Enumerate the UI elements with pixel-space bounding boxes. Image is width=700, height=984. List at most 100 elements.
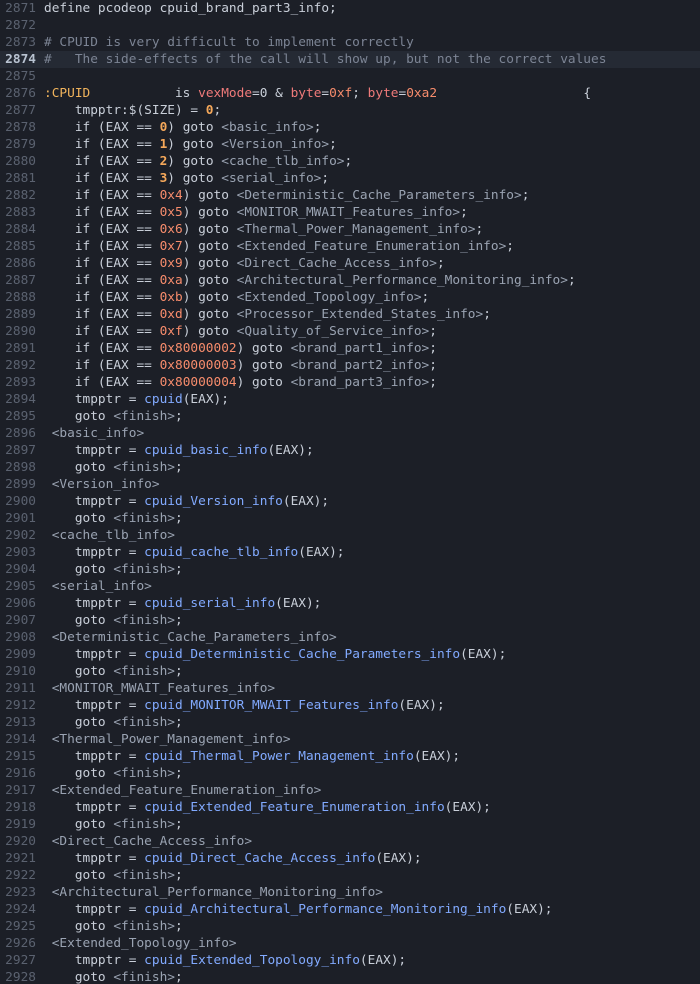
code-token: (EAX);: [267, 443, 314, 458]
code-line[interactable]: 2907 goto <finish>;: [0, 612, 700, 629]
code-token: (EAX);: [413, 749, 461, 764]
line-number: 2879: [5, 137, 36, 152]
code-token: if (EAX ==: [44, 256, 160, 271]
code-line[interactable]: 2890 if (EAX == 0xf) goto <Quality_of_Se…: [0, 323, 700, 340]
line-number: 2900: [5, 494, 36, 509]
line-content: if (EAX == 0x5) goto <MONITOR_MWAIT_Feat…: [44, 204, 468, 221]
code-line[interactable]: 2906 tmpptr = cpuid_serial_info(EAX);: [0, 595, 700, 612]
code-line[interactable]: 2886 if (EAX == 0x9) goto <Direct_Cache_…: [0, 255, 700, 272]
code-token: cpuid_Deterministic_Cache_Parameters_inf…: [144, 647, 461, 662]
code-token: tmpptr =: [44, 392, 145, 407]
code-line[interactable]: 2885 if (EAX == 0x7) goto <Extended_Feat…: [0, 238, 700, 255]
code-line[interactable]: 2909 tmpptr = cpuid_Deterministic_Cache_…: [0, 646, 700, 663]
code-line[interactable]: 2898 goto <finish>;: [0, 459, 700, 476]
code-line[interactable]: 2872: [0, 17, 700, 34]
code-line[interactable]: 2894 tmpptr = cpuid(EAX);: [0, 391, 700, 408]
code-token: ;: [429, 358, 437, 373]
code-token: ) goto: [167, 154, 222, 169]
code-token: ) goto: [182, 222, 237, 237]
code-line[interactable]: 2879 if (EAX == 1) goto <Version_info>;: [0, 136, 700, 153]
code-token: (EAX);: [398, 698, 445, 713]
line-content: if (EAX == 0xa) goto <Architectural_Perf…: [44, 272, 576, 289]
code-line[interactable]: 2928 goto <finish>;: [0, 969, 700, 984]
code-line[interactable]: 2908 <Deterministic_Cache_Parameters_inf…: [0, 629, 700, 646]
code-line[interactable]: 2888 if (EAX == 0xb) goto <Extended_Topo…: [0, 289, 700, 306]
code-line[interactable]: 2873 # CPUID is very difficult to impleme…: [0, 34, 700, 51]
code-line[interactable]: 2900 tmpptr = cpuid_Version_info(EAX);: [0, 493, 700, 510]
code-line[interactable]: 2882 if (EAX == 0x4) goto <Deterministic…: [0, 187, 700, 204]
code-line[interactable]: 2920 <Direct_Cache_Access_info>: [0, 833, 700, 850]
code-token: tmpptr =: [44, 647, 145, 662]
code-token: ;: [174, 868, 183, 883]
code-line[interactable]: 2903 tmpptr = cpuid_cache_tlb_info(EAX);: [0, 544, 700, 561]
line-number: 2885: [5, 239, 36, 254]
code-line[interactable]: 2923 <Architectural_Performance_Monitori…: [0, 884, 700, 901]
line-number: 2907: [5, 613, 36, 628]
code-line[interactable]: 2881 if (EAX == 3) goto <serial_info>;: [0, 170, 700, 187]
code-line[interactable]: 2880 if (EAX == 2) goto <cache_tlb_info>…: [0, 153, 700, 170]
code-token: if (EAX ==: [44, 154, 160, 169]
code-token: is: [90, 86, 199, 101]
code-token: =: [321, 86, 330, 101]
line-number: 2902: [5, 528, 36, 543]
code-line[interactable]: 2884 if (EAX == 0x6) goto <Thermal_Power…: [0, 221, 700, 238]
code-token: cpuid_Extended_Feature_Enumeration_info: [144, 800, 445, 815]
line-content: # The side-effects of the call will show…: [44, 51, 606, 68]
code-line[interactable]: 2871 define pcodeop cpuid_brand_part3_inf…: [0, 0, 700, 17]
current-code-line[interactable]: 2874 # The side-effects of the call will …: [0, 51, 700, 68]
code-line[interactable]: 2914 <Thermal_Power_Management_info>: [0, 731, 700, 748]
code-line[interactable]: 2875: [0, 68, 700, 85]
code-line[interactable]: 2924 tmpptr = cpuid_Architectural_Perfor…: [0, 901, 700, 918]
code-line[interactable]: 2892 if (EAX == 0x80000003) goto <brand_…: [0, 357, 700, 374]
code-line[interactable]: 2891 if (EAX == 0x80000002) goto <brand_…: [0, 340, 700, 357]
code-token: <finish>: [113, 664, 175, 679]
line-number: 2901: [5, 511, 36, 526]
code-line[interactable]: 2883 if (EAX == 0x5) goto <MONITOR_MWAIT…: [0, 204, 700, 221]
code-line[interactable]: 2918 tmpptr = cpuid_Extended_Feature_Enu…: [0, 799, 700, 816]
code-line[interactable]: 2915 tmpptr = cpuid_Thermal_Power_Manage…: [0, 748, 700, 765]
code-line[interactable]: 2922 goto <finish>;: [0, 867, 700, 884]
code-line[interactable]: 2889 if (EAX == 0xd) goto <Processor_Ext…: [0, 306, 700, 323]
code-line[interactable]: 2904 goto <finish>;: [0, 561, 700, 578]
code-line[interactable]: 2913 goto <finish>;: [0, 714, 700, 731]
code-line[interactable]: 2919 goto <finish>;: [0, 816, 700, 833]
code-line[interactable]: 2901 goto <finish>;: [0, 510, 700, 527]
code-line[interactable]: 2912 tmpptr = cpuid_MONITOR_MWAIT_Featur…: [0, 697, 700, 714]
code-line[interactable]: 2916 goto <finish>;: [0, 765, 700, 782]
code-token: <finish>: [113, 409, 175, 424]
line-number: 2919: [5, 817, 36, 832]
line-content: if (EAX == 0x80000002) goto <brand_part1…: [44, 340, 437, 357]
line-content: goto <finish>;: [44, 918, 183, 935]
line-content: if (EAX == 0xf) goto <Quality_of_Service…: [44, 323, 437, 340]
line-content: <Direct_Cache_Access_info>: [44, 833, 252, 850]
code-line[interactable]: 2926 <Extended_Topology_info>: [0, 935, 700, 952]
code-line[interactable]: 2893 if (EAX == 0x80000004) goto <brand_…: [0, 374, 700, 391]
line-content: if (EAX == 0x7) goto <Extended_Feature_E…: [44, 238, 514, 255]
code-token: if (EAX ==: [44, 120, 160, 135]
code-token: ;: [174, 919, 183, 934]
code-token: ;: [429, 341, 437, 356]
code-editor[interactable]: 2871 define pcodeop cpuid_brand_part3_inf…: [0, 0, 700, 984]
line-number: 2923: [5, 885, 36, 900]
code-line[interactable]: 2899 <Version_info>: [0, 476, 700, 493]
code-line[interactable]: 2897 tmpptr = cpuid_basic_info(EAX);: [0, 442, 700, 459]
line-content: tmpptr = cpuid_MONITOR_MWAIT_Features_in…: [44, 697, 445, 714]
code-line[interactable]: 2925 goto <finish>;: [0, 918, 700, 935]
code-line[interactable]: 2878 if (EAX == 0) goto <basic_info>;: [0, 119, 700, 136]
code-line[interactable]: 2896 <basic_info>: [0, 425, 700, 442]
code-token: ;: [313, 120, 322, 135]
code-token: tmpptr =: [44, 494, 145, 509]
code-line[interactable]: 2895 goto <finish>;: [0, 408, 700, 425]
code-line[interactable]: 2877 tmpptr:$(SIZE) = 0;: [0, 102, 700, 119]
code-line[interactable]: 2917 <Extended_Feature_Enumeration_info>: [0, 782, 700, 799]
code-line[interactable]: 2921 tmpptr = cpuid_Direct_Cache_Access_…: [0, 850, 700, 867]
code-line[interactable]: 2910 goto <finish>;: [0, 663, 700, 680]
code-line[interactable]: 2927 tmpptr = cpuid_Extended_Topology_in…: [0, 952, 700, 969]
code-line[interactable]: 2911 <MONITOR_MWAIT_Features_info>: [0, 680, 700, 697]
code-token: <Extended_Topology_info>: [236, 290, 422, 305]
code-line[interactable]: 2905 <serial_info>: [0, 578, 700, 595]
code-token: if (EAX ==: [44, 290, 160, 305]
code-line[interactable]: 2876:CPUID is vexMode=0 & byte=0xf; byte…: [0, 85, 700, 102]
code-line[interactable]: 2887 if (EAX == 0xa) goto <Architectural…: [0, 272, 700, 289]
code-line[interactable]: 2902 <cache_tlb_info>: [0, 527, 700, 544]
